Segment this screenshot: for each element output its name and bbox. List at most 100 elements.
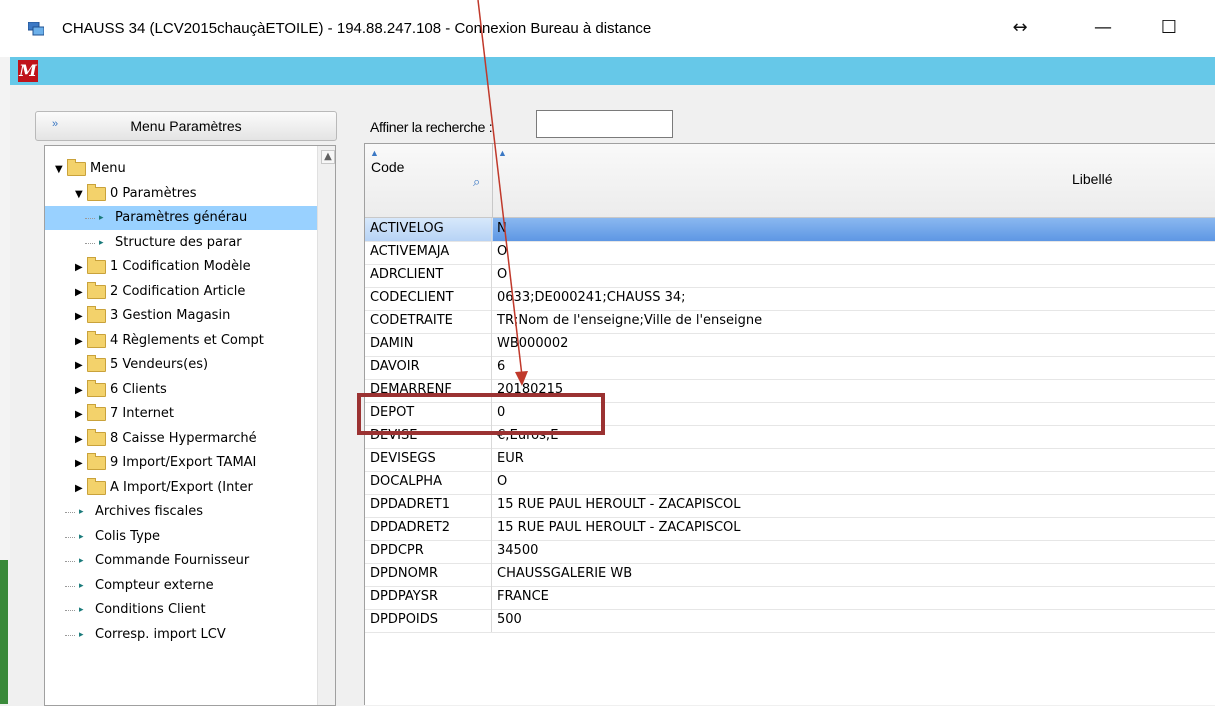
tree-item-label: Archives fiscales	[95, 504, 204, 519]
expand-right-icon[interactable]: ▶	[75, 360, 83, 371]
cell-code[interactable]: DAMIN	[365, 333, 492, 356]
tree-connector	[65, 512, 75, 513]
tree-item-label: 7 Internet	[110, 406, 175, 421]
column-header-libelle[interactable]: ▲ Libellé	[493, 144, 1215, 218]
tree-item[interactable]: ▼ 0 Paramètres	[45, 182, 317, 206]
expand-right-icon[interactable]: ▶	[75, 336, 83, 347]
search-input[interactable]	[536, 110, 673, 138]
table-row[interactable]: CODETRAITE TR;Nom de l'enseigne;Ville de …	[365, 310, 1215, 334]
cell-code[interactable]: DPDPAYSR	[365, 586, 492, 609]
cell-code[interactable]: DPDPOIDS	[365, 609, 492, 632]
cell-code[interactable]: ACTIVEMAJA	[365, 241, 492, 264]
tree-item[interactable]: ▸ Structure des parar	[45, 231, 317, 255]
table-row[interactable]: DEVISEGS EUR	[365, 448, 1215, 472]
cell-code[interactable]: ACTIVELOG	[365, 218, 492, 241]
cell-value[interactable]: O	[493, 241, 1215, 264]
tree-item-label: A Import/Export (Inter	[110, 479, 253, 495]
cell-value[interactable]: N	[493, 218, 1215, 241]
cell-value[interactable]: 6	[493, 356, 1215, 379]
cell-code[interactable]: DEVISEGS	[365, 448, 492, 471]
resize-button[interactable]: ↔	[1005, 16, 1035, 40]
cell-code[interactable]: DPDADRET1	[365, 494, 492, 517]
leaf-icon: ▸	[79, 531, 84, 542]
cell-value[interactable]: O	[493, 264, 1215, 287]
tree-item[interactable]: ▶ 1 Codification Modèle	[45, 255, 317, 279]
table-row[interactable]: DPDADRET2 15 RUE PAUL HEROULT - ZACAPISCO…	[365, 517, 1215, 541]
cell-value[interactable]: FRANCE	[493, 586, 1215, 609]
table-row[interactable]: DAMIN WB000002	[365, 333, 1215, 357]
tree-item[interactable]: ▶ 5 Vendeurs(es)	[45, 353, 317, 377]
cell-code[interactable]: DAVOIR	[365, 356, 492, 379]
cell-value[interactable]: O	[493, 471, 1215, 494]
cell-code[interactable]: CODETRAITE	[365, 310, 492, 333]
tree-item[interactable]: ▸ Commande Fournisseur	[45, 549, 317, 573]
expand-right-icon[interactable]: ▶	[75, 287, 83, 298]
cell-code[interactable]: CODECLIENT	[365, 287, 492, 310]
cell-value[interactable]: 500	[493, 609, 1215, 632]
cell-value[interactable]: CHAUSSGALERIE WB	[493, 563, 1215, 586]
table-row[interactable]: DPDNOMR CHAUSSGALERIE WB	[365, 563, 1215, 587]
tree-item-label: 0 Paramètres	[110, 185, 197, 201]
expand-right-icon[interactable]: ▶	[75, 483, 83, 494]
expand-right-icon[interactable]: ▶	[75, 311, 83, 322]
cell-value[interactable]: TR;Nom de l'enseigne;Ville de l'enseigne	[493, 310, 1215, 333]
tree-item[interactable]: ▸ Compteur externe	[45, 574, 317, 598]
cell-value[interactable]: 0633;DE000241;CHAUSS 34;	[493, 287, 1215, 310]
cell-code[interactable]: ADRCLIENT	[365, 264, 492, 287]
search-icon[interactable]: ⌕	[473, 174, 480, 190]
tree-item[interactable]: ▶ 2 Codification Article	[45, 280, 317, 304]
expand-right-icon[interactable]: ▶	[75, 409, 83, 420]
tree-item[interactable]: ▶ 6 Clients	[45, 378, 317, 402]
tree-item[interactable]: ▸ Colis Type	[45, 525, 317, 549]
tree-item[interactable]: ▶ 9 Import/Export TAMAI	[45, 451, 317, 475]
table-row[interactable]: DPDPAYSR FRANCE	[365, 586, 1215, 610]
cell-code[interactable]: DPDNOMR	[365, 563, 492, 586]
tree-item-label: Commande Fournisseur	[95, 553, 250, 568]
tree-scrollbar[interactable]: ▲	[317, 146, 335, 705]
cell-code[interactable]: DPDADRET2	[365, 517, 492, 540]
cell-value[interactable]: EUR	[493, 448, 1215, 471]
expand-right-icon[interactable]: ▶	[75, 262, 83, 273]
cell-value[interactable]: 34500	[493, 540, 1215, 563]
column-header-libelle-label: Libellé	[1072, 171, 1113, 187]
scroll-up-icon[interactable]: ▲	[321, 150, 335, 164]
table-row[interactable]: DAVOIR 6	[365, 356, 1215, 380]
cell-value[interactable]: WB000002	[493, 333, 1215, 356]
cell-code[interactable]: DPDCPR	[365, 540, 492, 563]
expand-down-icon[interactable]: ▼	[55, 164, 63, 175]
expand-right-icon[interactable]: ▶	[75, 458, 83, 469]
tree-item[interactable]: ▶ 8 Caisse Hypermarché	[45, 427, 317, 451]
tree-item[interactable]: ▶ A Import/Export (Inter	[45, 476, 317, 500]
table-row[interactable]: ADRCLIENT O	[365, 264, 1215, 288]
cell-code[interactable]: DOCALPHA	[365, 471, 492, 494]
annotation-highlight-box	[357, 393, 605, 435]
expand-down-icon[interactable]: ▼	[75, 189, 83, 200]
expand-right-icon[interactable]: ▶	[75, 385, 83, 396]
tree-item-label: Paramètres générau	[115, 210, 248, 225]
cell-value[interactable]: 15 RUE PAUL HEROULT - ZACAPISCOL	[493, 517, 1215, 540]
tree-item[interactable]: ▶ 7 Internet	[45, 402, 317, 426]
column-header-code[interactable]: ▲ Code ⌕	[365, 144, 493, 218]
table-row[interactable]: DOCALPHA O	[365, 471, 1215, 495]
tree-item-label: 2 Codification Article	[110, 283, 246, 299]
app-logo: M	[18, 60, 38, 82]
tree-item[interactable]: ▶ 3 Gestion Magasin	[45, 304, 317, 328]
table-row[interactable]: DPDPOIDS 500	[365, 609, 1215, 633]
table-row[interactable]: ACTIVEMAJA O	[365, 241, 1215, 265]
tree-item[interactable]: ▸ Paramètres générau	[45, 206, 317, 230]
minimize-button[interactable]: —	[1088, 16, 1118, 40]
menu-parametres-button[interactable]: » Menu Paramètres	[35, 111, 337, 141]
table-row[interactable]: CODECLIENT 0633;DE000241;CHAUSS 34;	[365, 287, 1215, 311]
expand-right-icon[interactable]: ▶	[75, 434, 83, 445]
table-row[interactable]: DPDCPR 34500	[365, 540, 1215, 564]
table-row[interactable]: DPDADRET1 15 RUE PAUL HEROULT - ZACAPISCO…	[365, 494, 1215, 518]
menu-tree[interactable]: ▼ Menu ▼ 0 Paramètres ▸ Paramètres générau ▸ St…	[44, 145, 336, 706]
tree-item[interactable]: ▸ Corresp. import LCV	[45, 623, 317, 647]
maximize-button[interactable]: ☐	[1154, 16, 1184, 40]
table-row[interactable]: ACTIVELOG N	[365, 218, 1215, 242]
tree-item[interactable]: ▶ 4 Règlements et Compt	[45, 329, 317, 353]
tree-item[interactable]: ▼ Menu	[45, 157, 317, 181]
tree-item[interactable]: ▸ Archives fiscales	[45, 500, 317, 524]
tree-item[interactable]: ▸ Conditions Client	[45, 598, 317, 622]
cell-value[interactable]: 15 RUE PAUL HEROULT - ZACAPISCOL	[493, 494, 1215, 517]
